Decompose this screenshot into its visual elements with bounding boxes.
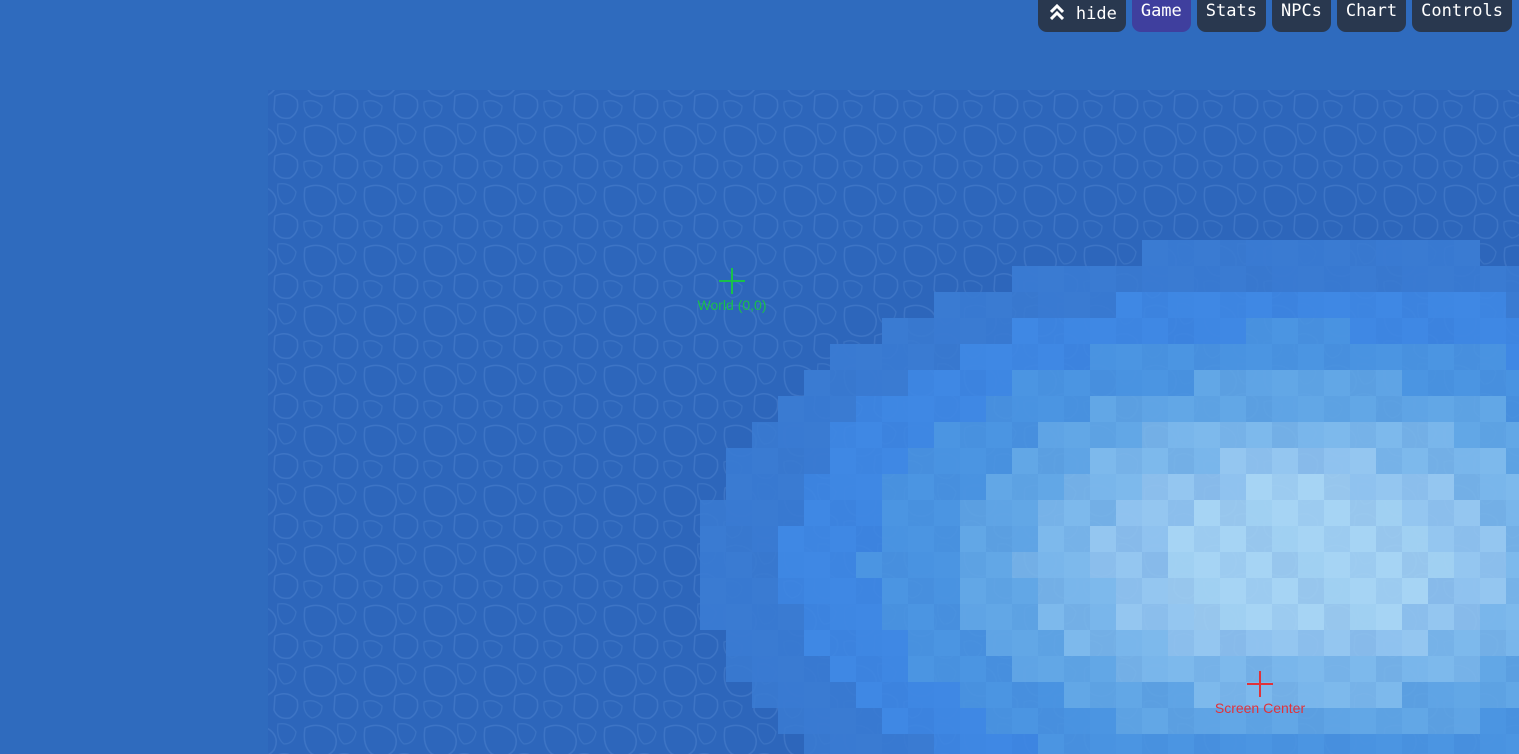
world-map <box>0 0 1519 754</box>
game-viewport[interactable]: World (0,0) Screen Center hide Game Stat… <box>0 0 1519 754</box>
tab-controls[interactable]: Controls <box>1412 0 1512 32</box>
hide-button[interactable]: hide <box>1037 0 1126 32</box>
top-nav-bar: hide Game Stats NPCs Chart Controls <box>1037 0 1512 32</box>
hide-label: hide <box>1075 4 1117 24</box>
tab-stats[interactable]: Stats <box>1196 0 1266 32</box>
tab-npcs[interactable]: NPCs <box>1271 0 1331 32</box>
world-origin-label: World (0,0) <box>697 297 767 313</box>
tab-chart[interactable]: Chart <box>1336 0 1407 32</box>
screen-center-label: Screen Center <box>1214 700 1306 716</box>
tab-game[interactable]: Game <box>1131 0 1191 32</box>
double-chevron-up-icon <box>1049 3 1064 26</box>
